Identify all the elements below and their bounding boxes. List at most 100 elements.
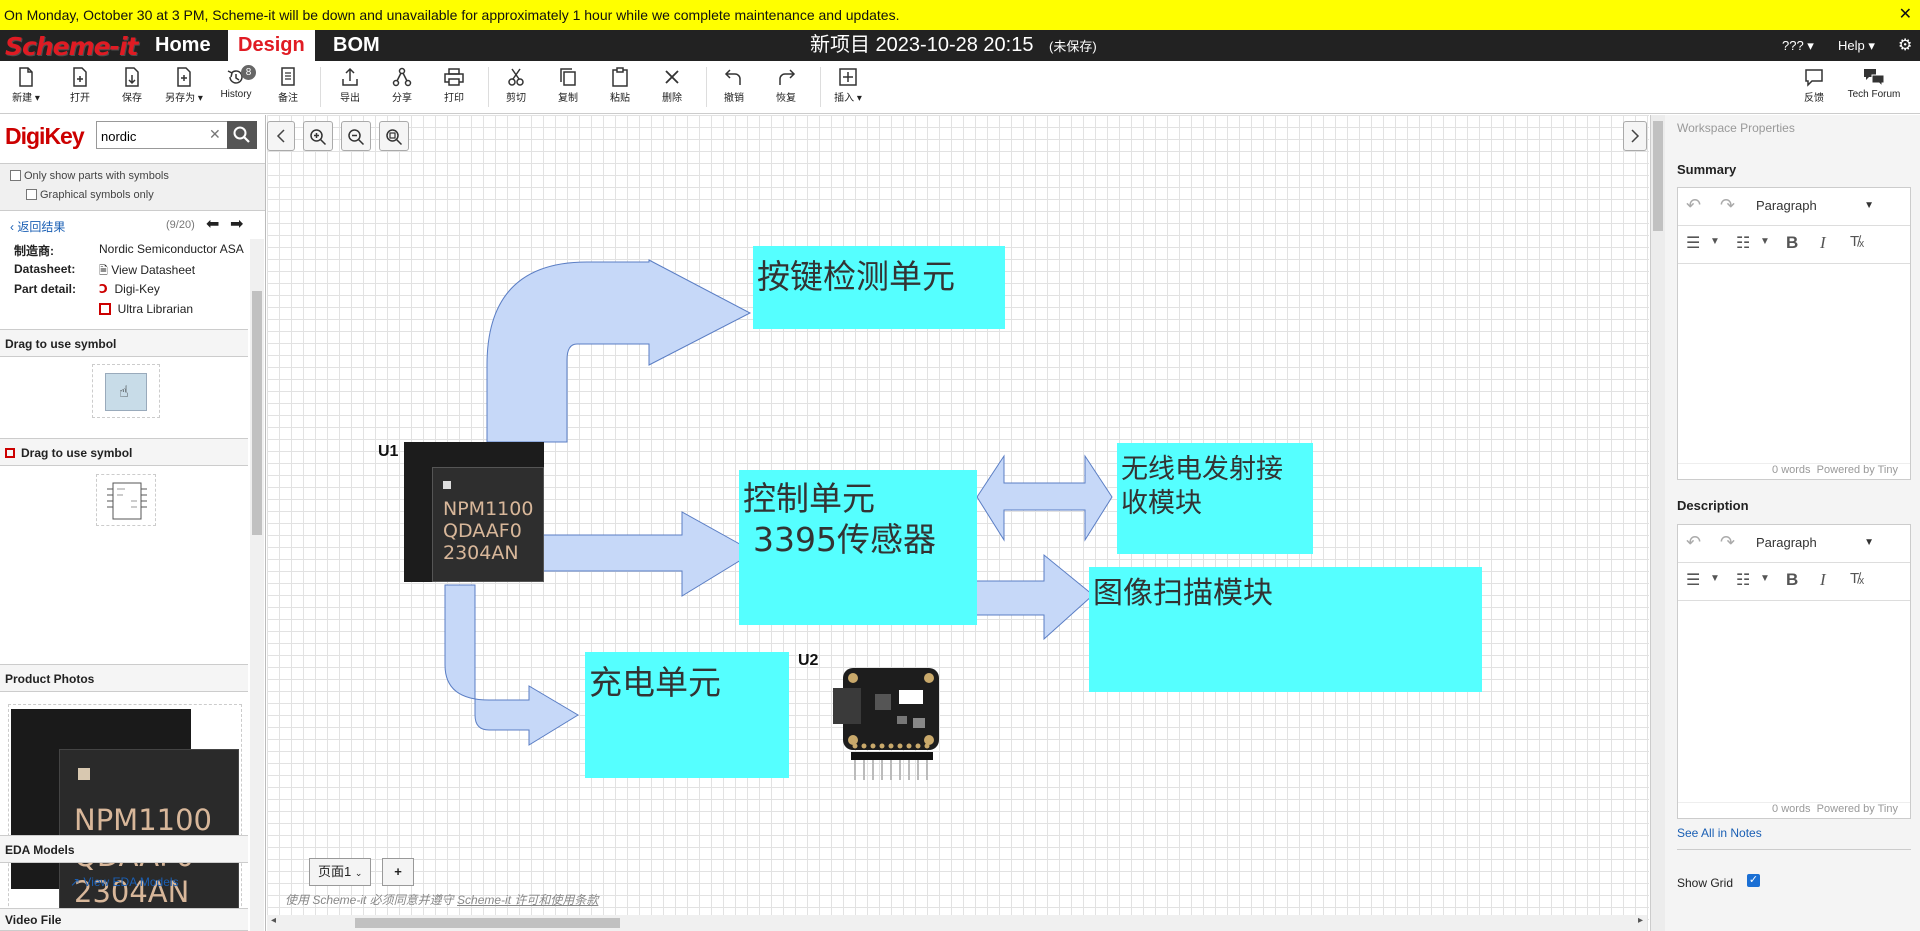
paragraph-select[interactable]: Paragraph ▼ xyxy=(1750,528,1880,558)
powered-by-tiny[interactable]: Powered by Tiny xyxy=(1817,803,1898,815)
bullet-list-icon[interactable]: ☰ xyxy=(1686,570,1700,590)
notes-button[interactable]: 备注 xyxy=(266,67,310,104)
control-unit-box[interactable]: 控制单元 3395传感器 xyxy=(739,470,977,625)
prev-arrow-icon[interactable]: ⬅ xyxy=(206,214,219,234)
history-button[interactable]: 8 History xyxy=(214,65,258,100)
share-icon xyxy=(392,67,412,87)
chevron-down-icon[interactable]: ▼ xyxy=(1760,573,1770,584)
u2-charger-board[interactable] xyxy=(833,660,949,784)
powered-by-tiny[interactable]: Powered by Tiny xyxy=(1817,464,1898,476)
tab-bom[interactable]: BOM xyxy=(323,30,390,61)
horizontal-scrollbar[interactable]: ◂ ▸ xyxy=(267,915,1647,931)
summary-editor[interactable]: ↶ ↷ Paragraph ▼ ☰ ▼ ☷ ▼ B I T̸ₓ 0 words P… xyxy=(1677,187,1911,480)
clear-format-icon[interactable]: T̸ₓ xyxy=(1850,233,1864,250)
show-grid-checkbox[interactable]: ✓ xyxy=(1747,874,1760,887)
help-menu[interactable]: Help ▾ xyxy=(1838,30,1875,61)
description-editor[interactable]: ↶ ↷ Paragraph ▼ ☰ ▼ ☷ ▼ B I T̸ₓ 0 words P… xyxy=(1677,524,1911,819)
back-to-results-link[interactable]: ‹ 返回结果 xyxy=(10,218,65,235)
tab-design[interactable]: Design xyxy=(228,30,315,61)
schematic-symbol-icon xyxy=(107,482,147,520)
clear-icon[interactable]: ✕ xyxy=(209,126,221,143)
charge-unit-box[interactable]: 充电单元 xyxy=(585,652,789,778)
export-button[interactable]: 导出 xyxy=(328,67,372,104)
undo-button[interactable]: 撤销 xyxy=(712,67,756,104)
undo-icon[interactable]: ↶ xyxy=(1686,532,1701,553)
numbered-list-icon[interactable]: ☷ xyxy=(1736,570,1750,590)
chevron-down-icon[interactable]: ▼ xyxy=(1710,236,1720,247)
feedback-button[interactable]: 反馈 xyxy=(1792,67,1836,104)
forum-icon xyxy=(1864,69,1885,87)
paste-button[interactable]: 粘贴 xyxy=(598,67,642,104)
share-button[interactable]: 分享 xyxy=(380,67,424,104)
cut-button[interactable]: 剪切 xyxy=(494,67,538,104)
right-scrollbar[interactable] xyxy=(1651,115,1665,931)
gear-icon[interactable]: ⚙ xyxy=(1898,30,1912,61)
copy-button[interactable]: 复制 xyxy=(546,67,590,104)
scroll-left-icon[interactable]: ◂ xyxy=(271,915,276,926)
tab-home[interactable]: Home xyxy=(145,30,221,61)
page-tab-1[interactable]: 页面1 ⌄ xyxy=(309,858,372,886)
redo-icon[interactable]: ↷ xyxy=(1720,195,1735,216)
filter-graphical-checkbox[interactable]: Graphical symbols only xyxy=(26,189,154,201)
clear-format-icon[interactable]: T̸ₓ xyxy=(1850,570,1864,587)
undo-icon[interactable]: ↶ xyxy=(1686,195,1701,216)
project-name: 新项目 2023-10-28 20:15 xyxy=(810,34,1034,56)
save-button[interactable]: 保存 xyxy=(110,67,154,104)
next-arrow-icon[interactable]: ➡ xyxy=(230,214,243,234)
bullet-list-icon[interactable]: ☰ xyxy=(1686,233,1700,253)
datasheet-link[interactable]: 🗎 View Datasheet xyxy=(99,262,195,281)
u1-chip-face: NPM1100 QDAAF0 2304AN xyxy=(432,467,544,582)
bold-icon[interactable]: B xyxy=(1786,233,1798,253)
section-product-photos: Product Photos xyxy=(0,664,248,692)
project-title[interactable]: 新项目 2023-10-28 20:15 (未保存) xyxy=(810,30,1097,61)
scheme-it-logo[interactable]: Scheme-it xyxy=(5,32,138,61)
add-page-button[interactable]: + xyxy=(382,858,414,886)
left-scrollbar[interactable] xyxy=(250,239,264,931)
symbol-thumbnail-1[interactable]: ☝ xyxy=(92,364,160,418)
terms-link[interactable]: Scheme-it 许可和使用条款 xyxy=(457,893,598,907)
left-scrollbar-thumb[interactable] xyxy=(252,291,262,535)
top-nav: Scheme-it Home Design BOM 新项目 2023-10-28… xyxy=(0,30,1920,61)
new-button[interactable]: 新建 ▾ xyxy=(4,67,48,104)
symbol-thumbnail-2[interactable] xyxy=(96,474,156,526)
print-button[interactable]: 打印 xyxy=(432,67,476,104)
search-input[interactable] xyxy=(101,126,221,146)
italic-icon[interactable]: I xyxy=(1820,570,1826,590)
wireless-module-box[interactable]: 无线电发射接 收模块 xyxy=(1117,443,1313,554)
schematic-canvas[interactable]: U1 NPM1100 QDAAF0 2304AN 按键检测单元 控制单元 339… xyxy=(267,115,1649,931)
scroll-right-icon[interactable]: ▸ xyxy=(1638,915,1643,926)
u1-chip[interactable]: NPM1100 QDAAF0 2304AN xyxy=(404,442,544,582)
insert-button[interactable]: 插入 ▾ xyxy=(826,67,870,104)
scissors-icon xyxy=(508,68,524,86)
tech-forum-button[interactable]: Tech Forum xyxy=(1846,67,1902,100)
digikey-link[interactable]: Ↄ Digi-Key xyxy=(99,282,160,296)
search-button[interactable] xyxy=(227,121,257,149)
paste-icon xyxy=(612,67,628,87)
save-as-button[interactable]: 另存为 ▾ xyxy=(162,67,206,104)
workspace-properties-panel: Workspace Properties Summary ↶ ↷ Paragra… xyxy=(1650,115,1920,931)
horizontal-scrollbar-thumb[interactable] xyxy=(355,918,620,928)
ultra-librarian-link[interactable]: Ultra Librarian xyxy=(99,302,193,316)
language-menu[interactable]: ??? ▾ xyxy=(1782,30,1814,61)
bold-icon[interactable]: B xyxy=(1786,570,1798,590)
italic-icon[interactable]: I xyxy=(1820,233,1826,253)
view-eda-models-link[interactable]: ↗ View EDA Models xyxy=(70,875,179,889)
redo-button[interactable]: 恢复 xyxy=(764,67,808,104)
filter-symbols-checkbox[interactable]: Only show parts with symbols xyxy=(10,170,169,182)
delete-button[interactable]: 删除 xyxy=(650,67,694,104)
numbered-list-icon[interactable]: ☷ xyxy=(1736,233,1750,253)
right-scrollbar-thumb[interactable] xyxy=(1653,121,1663,231)
image-scan-box[interactable]: 图像扫描模块 xyxy=(1089,567,1482,692)
open-button[interactable]: 打开 xyxy=(58,67,102,104)
open-icon xyxy=(73,67,87,87)
product-photo[interactable]: NPM1100 QDAAF0 2304AN xyxy=(8,704,242,931)
history-count-badge: 8 xyxy=(241,65,256,80)
description-toolbar-2: ☰ ▼ ☷ ▼ B I T̸ₓ xyxy=(1678,563,1910,601)
chevron-down-icon[interactable]: ▼ xyxy=(1760,236,1770,247)
redo-icon[interactable]: ↷ xyxy=(1720,532,1735,553)
chevron-down-icon[interactable]: ▼ xyxy=(1710,573,1720,584)
key-detection-box[interactable]: 按键检测单元 xyxy=(753,246,1005,329)
close-icon[interactable]: ✕ xyxy=(1899,0,1912,30)
see-all-in-notes-link[interactable]: See All in Notes xyxy=(1677,826,1762,840)
paragraph-select[interactable]: Paragraph ▼ xyxy=(1750,191,1880,221)
